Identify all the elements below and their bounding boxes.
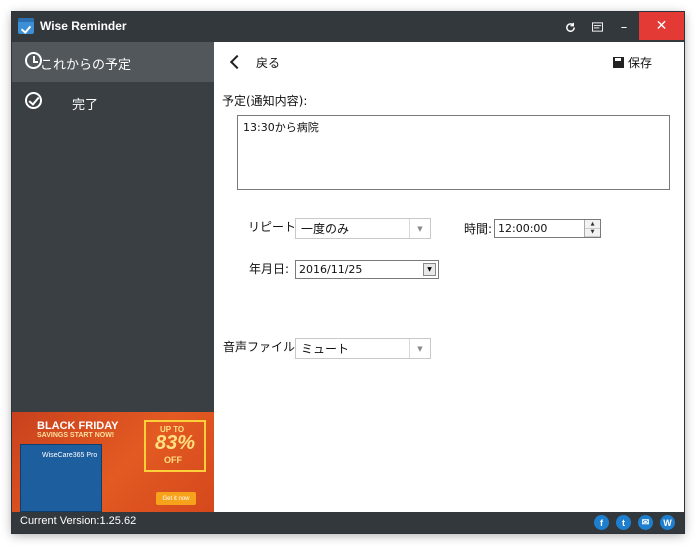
minimize-button[interactable]: – <box>612 12 636 42</box>
mail-icon[interactable]: ✉ <box>638 515 653 530</box>
title-bar: Wise Reminder – ✕ <box>12 12 684 42</box>
promo-off: OFF <box>164 455 182 465</box>
promo-banner[interactable]: BLACK FRIDAY SAVINGS START NOW! WiseCare… <box>12 412 214 512</box>
dropdown-arrow-icon: ▼ <box>409 339 430 358</box>
floppy-disk-icon <box>612 57 624 68</box>
back-label: 戻る <box>256 55 281 70</box>
memo-textarea[interactable]: 13:30から病院 <box>237 115 670 190</box>
website-icon[interactable]: W <box>660 515 675 530</box>
refresh-icon[interactable] <box>558 12 582 42</box>
sidebar: これからの予定 完了 BLACK FRIDAY SAVINGS START NO… <box>12 42 214 512</box>
promo-subline: SAVINGS START NOW! <box>37 432 115 439</box>
repeat-select[interactable]: 一度のみ ▼ <box>295 218 431 239</box>
date-value: 2016/11/25 <box>299 263 363 276</box>
promo-percent: 83% <box>155 432 196 454</box>
app-window: Wise Reminder – ✕ これからの予定 完了 BLACK FRIDA… <box>12 12 684 533</box>
promo-cta-button[interactable]: Get it now <box>156 492 196 505</box>
sidebar-item-upcoming[interactable]: これからの予定 <box>12 42 214 82</box>
repeat-value: 一度のみ <box>301 222 350 236</box>
sound-select[interactable]: ミュート ▼ <box>295 338 431 359</box>
calendar-dropdown-icon[interactable]: ▼ <box>423 263 436 276</box>
time-value: 12:00:00 <box>498 222 548 235</box>
menu-icon[interactable] <box>585 12 609 42</box>
spin-down-icon[interactable]: ▼ <box>585 228 600 237</box>
repeat-label: リピート: <box>248 220 301 234</box>
promo-headline: BLACK FRIDAY <box>37 420 119 432</box>
spin-buttons[interactable]: ▲ ▼ <box>584 220 600 237</box>
date-picker[interactable]: 2016/11/25 ▼ <box>295 260 439 279</box>
sidebar-item-completed[interactable]: 完了 <box>12 82 214 122</box>
version-text: Current Version:1.25.62 <box>20 515 137 527</box>
time-spinner[interactable]: 12:00:00 ▲ ▼ <box>494 219 601 238</box>
save-label: 保存 <box>627 56 652 70</box>
memo-label: 予定(通知内容): <box>222 94 308 108</box>
sound-value: ミュート <box>301 342 350 356</box>
dropdown-arrow-icon: ▼ <box>409 219 430 238</box>
twitter-icon[interactable]: t <box>616 515 631 530</box>
chevron-left-icon <box>229 54 245 70</box>
facebook-icon[interactable]: f <box>594 515 609 530</box>
app-logo-icon <box>18 18 34 34</box>
time-label: 時間: <box>464 222 493 236</box>
status-bar: Current Version:1.25.62 f t ✉ W <box>12 512 684 533</box>
close-button[interactable]: ✕ <box>639 12 684 40</box>
main-panel: 戻る 保存 予定(通知内容): 13:30から病院 リピート: 一度のみ ▼ 時… <box>214 42 684 512</box>
sidebar-item-label: 完了 <box>72 98 99 113</box>
date-label: 年月日: <box>249 262 290 276</box>
check-circle-icon <box>25 92 42 109</box>
window-title: Wise Reminder <box>40 19 127 33</box>
sidebar-item-label: これからの予定 <box>40 58 132 73</box>
sound-label: 音声ファイル <box>223 340 296 354</box>
save-button[interactable]: 保存 <box>612 54 652 71</box>
promo-product: WiseCare365 Pro <box>42 452 98 459</box>
spin-up-icon[interactable]: ▲ <box>585 220 600 229</box>
back-button[interactable]: 戻る <box>228 54 280 70</box>
